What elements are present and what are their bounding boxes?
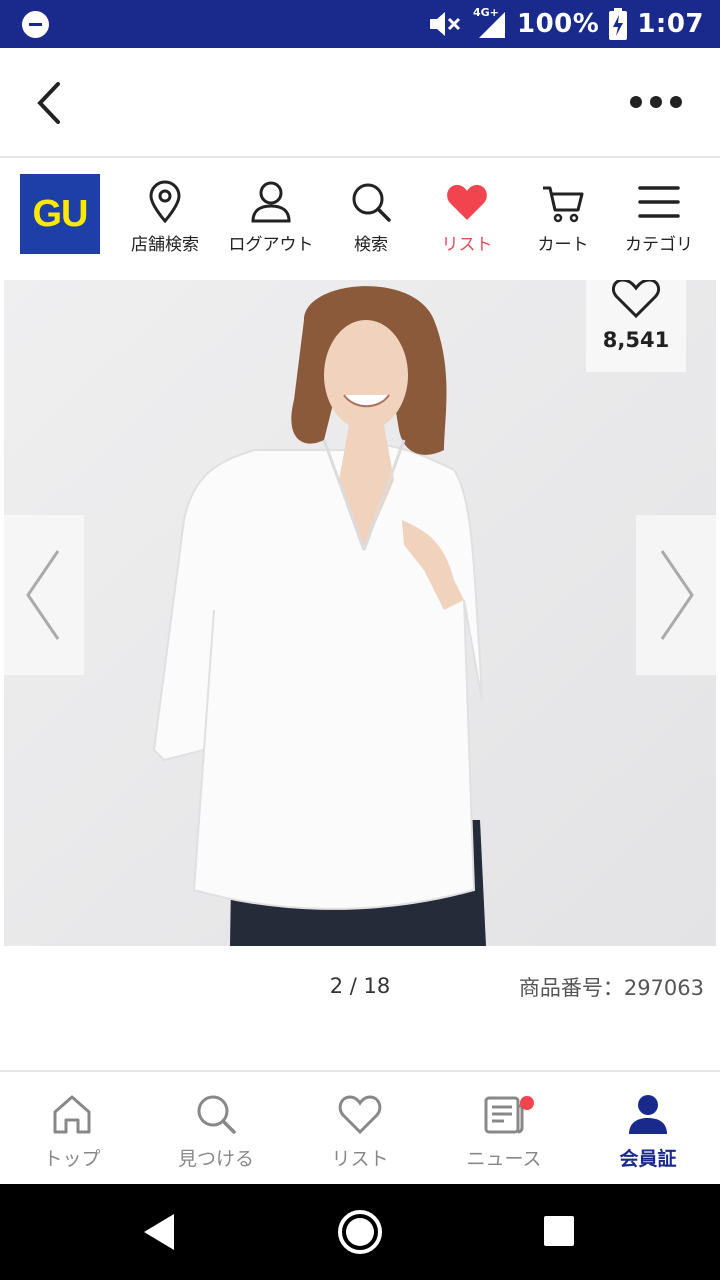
bottom-nav-news[interactable]: ニュース [432,1092,576,1171]
status-indicators: 4G+ 100% 1:07 [427,0,704,48]
previous-image-button[interactable] [4,515,84,675]
signal-icon: 4G+ [473,6,507,40]
heart-outline-icon [611,280,661,319]
chevron-right-icon [660,550,694,640]
more-options-button[interactable] [628,92,684,112]
menu-icon [638,186,680,218]
next-image-button[interactable] [636,515,716,675]
product-image-gallery[interactable]: 8,541 [4,280,716,946]
mute-icon [430,12,461,36]
member-icon [629,1095,667,1134]
nav-search[interactable]: 検索 [316,180,426,260]
bottom-nav-label: トップ [43,1148,101,1170]
bottom-nav-label: リスト [331,1148,389,1170]
do-not-disturb-icon [22,11,49,38]
product-number: 商品番号：297063 [518,976,704,1000]
search-icon [197,1095,236,1134]
nav-logout[interactable]: ログアウト [216,180,326,260]
nav-label: カテゴリ [625,235,693,255]
nav-store-search[interactable]: 店舗検索 [110,180,220,260]
search-icon [352,183,391,222]
bottom-nav-label: 会員証 [619,1148,677,1170]
nav-cart[interactable]: カート [508,180,618,260]
favorite-count: 8,541 [602,328,670,352]
bottom-nav-label: 見つける [177,1148,254,1170]
cart-icon [543,186,584,223]
heart-outline-icon [338,1095,382,1135]
nav-label: 検索 [354,235,388,255]
bottom-nav: トップ 見つける リスト ニュース 会員証 [0,1070,720,1184]
clock: 1:07 [637,9,704,39]
bottom-nav-discover[interactable]: 見つける [144,1092,288,1171]
battery-charging-icon [609,8,628,40]
site-nav: GU 店舗検索 ログアウト 検索 リスト カート カテゴリ [0,160,720,280]
image-page-indicator: 2 / 18 [329,974,391,998]
nav-label: リスト [441,235,493,255]
location-pin-icon [149,180,181,224]
logo-text: GU [32,192,89,235]
status-bar: 4G+ 100% 1:07 [0,0,720,48]
nav-list[interactable]: リスト [412,180,522,260]
favorite-button[interactable]: 8,541 [586,280,686,372]
bottom-nav-member-card[interactable]: 会員証 [576,1092,720,1171]
bottom-nav-label: ニュース [466,1148,542,1170]
bottom-nav-list[interactable]: リスト [288,1092,432,1171]
nav-label: 店舗検索 [131,235,199,255]
product-photo [4,280,716,946]
nav-category[interactable]: カテゴリ [604,180,714,260]
battery-level: 100% [517,9,600,39]
nav-label: ログアウト [228,235,314,255]
system-home-button[interactable] [336,1208,384,1256]
gu-logo[interactable]: GU [20,174,100,254]
nav-label: カート [537,235,589,255]
person-icon [251,181,291,223]
system-recents-button[interactable] [542,1214,578,1250]
app-bar [0,48,720,158]
bottom-nav-top[interactable]: トップ [0,1092,144,1171]
system-back-button[interactable] [140,1212,180,1252]
chevron-left-icon [26,550,60,640]
heart-icon [447,185,487,220]
home-icon [53,1095,91,1134]
news-icon [484,1096,524,1134]
notification-badge [520,1096,534,1110]
back-button[interactable] [28,78,72,128]
system-nav-bar [0,1184,720,1280]
product-info-row: 2 / 18 商品番号：297063 [0,946,720,1026]
